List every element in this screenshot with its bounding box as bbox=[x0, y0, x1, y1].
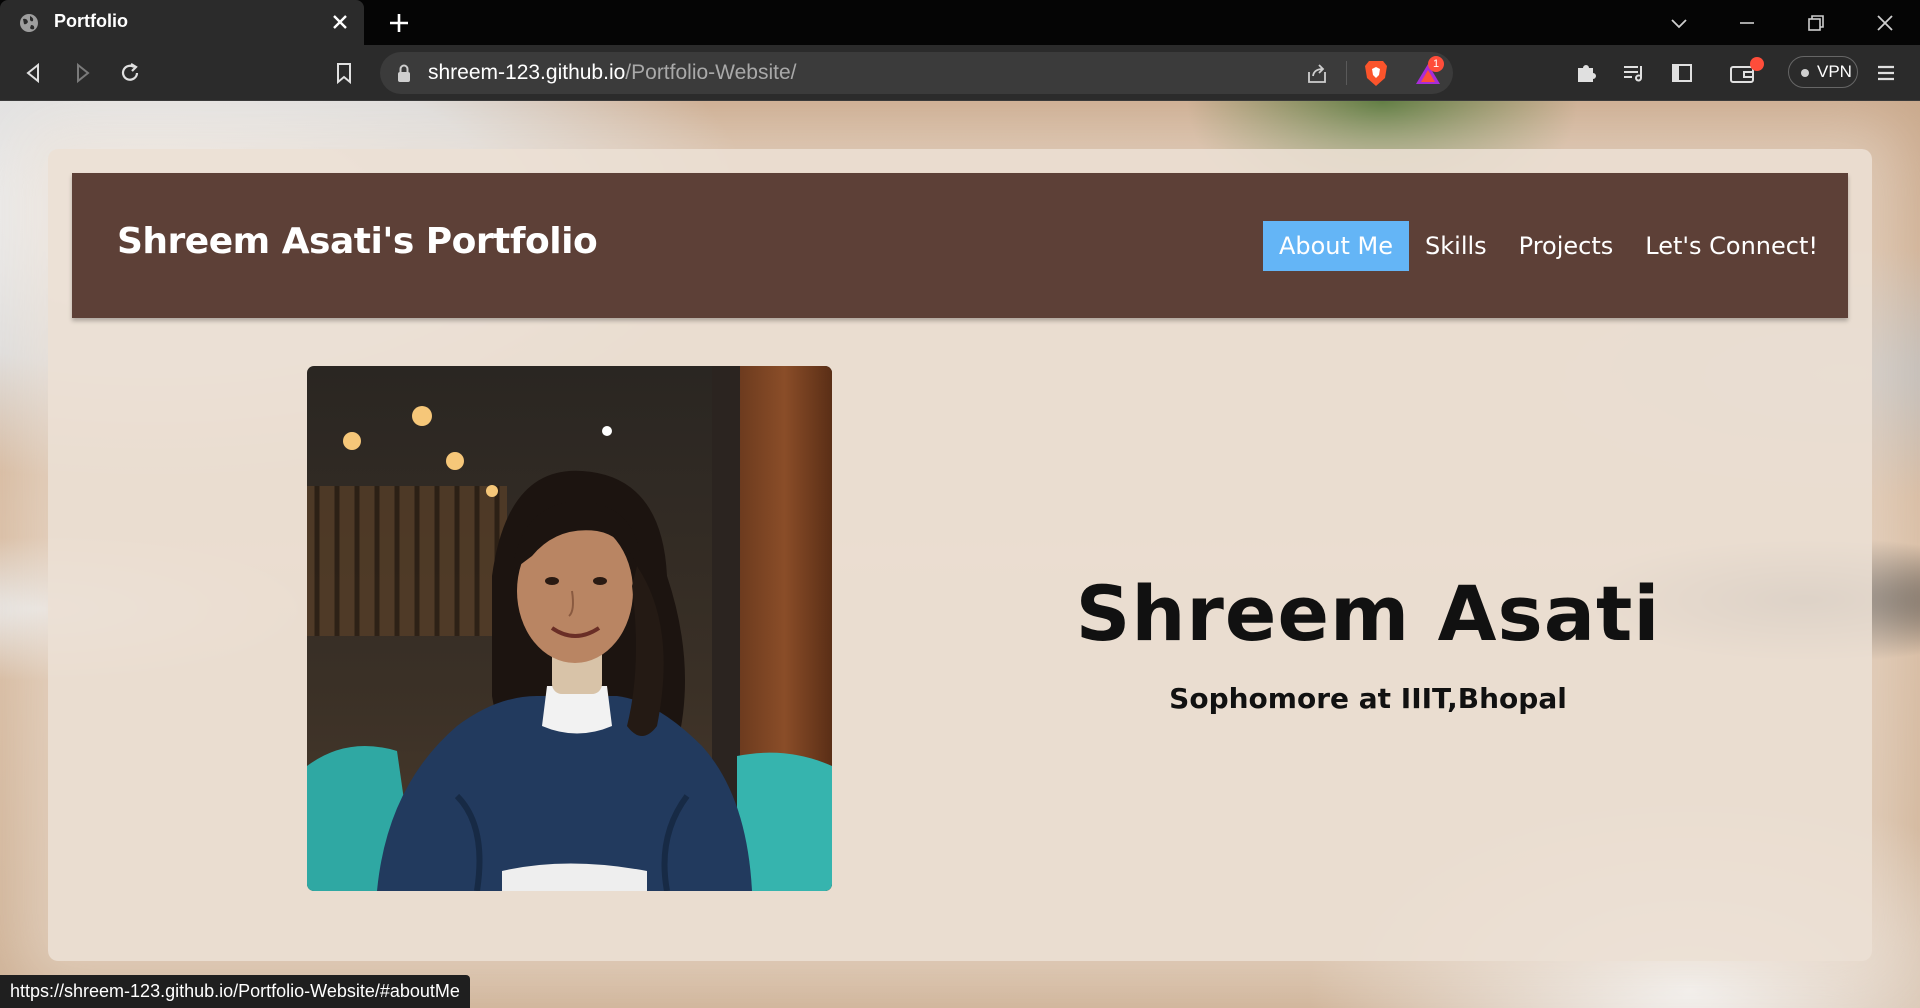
globe-icon bbox=[20, 14, 38, 32]
nav-lets-connect[interactable]: Let's Connect! bbox=[1629, 221, 1834, 271]
rewards-badge: 1 bbox=[1428, 56, 1444, 72]
site-brand[interactable]: Shreem Asati's Portfolio bbox=[117, 221, 598, 262]
hero-name: Shreem Asati bbox=[1075, 569, 1661, 658]
profile-photo bbox=[307, 366, 832, 891]
vpn-button[interactable]: VPN bbox=[1788, 56, 1858, 88]
tab-title: Portfolio bbox=[54, 11, 128, 31]
tab-strip: Portfolio bbox=[0, 0, 1920, 45]
close-window-icon[interactable] bbox=[1872, 10, 1898, 36]
tab-search-chevron-icon[interactable] bbox=[1666, 10, 1692, 36]
share-icon[interactable] bbox=[1304, 61, 1330, 87]
portfolio-card: Shreem Asati's Portfolio About Me Skills… bbox=[48, 149, 1872, 961]
reading-list-icon[interactable] bbox=[1620, 59, 1648, 87]
lock-icon[interactable] bbox=[394, 62, 414, 84]
new-tab-icon[interactable] bbox=[386, 10, 412, 36]
nav-about-me[interactable]: About Me bbox=[1262, 221, 1410, 271]
address-url[interactable]: shreem-123.github.io/Portfolio-Website/ bbox=[428, 61, 796, 85]
close-tab-icon[interactable] bbox=[328, 10, 352, 34]
sidebar-toggle-icon[interactable] bbox=[1668, 59, 1696, 87]
address-bar[interactable]: shreem-123.github.io/Portfolio-Website/ … bbox=[380, 52, 1453, 94]
nav-projects[interactable]: Projects bbox=[1503, 221, 1630, 271]
url-host: shreem-123.github.io bbox=[428, 61, 626, 84]
forward-icon[interactable] bbox=[68, 59, 96, 87]
browser-toolbar: shreem-123.github.io/Portfolio-Website/ … bbox=[0, 45, 1920, 101]
status-bar-url: https://shreem-123.github.io/Portfolio-W… bbox=[0, 975, 470, 1008]
site-nav: About Me Skills Projects Let's Connect! bbox=[1262, 221, 1834, 271]
page-viewport: Shreem Asati's Portfolio About Me Skills… bbox=[0, 101, 1920, 1008]
nav-skills[interactable]: Skills bbox=[1409, 221, 1503, 271]
vpn-label: VPN bbox=[1817, 62, 1852, 81]
site-navbar: Shreem Asati's Portfolio About Me Skills… bbox=[72, 173, 1848, 318]
minimize-icon[interactable] bbox=[1734, 10, 1760, 36]
vpn-status-dot bbox=[1801, 69, 1809, 77]
url-path: /Portfolio-Website/ bbox=[625, 61, 797, 84]
menu-icon[interactable] bbox=[1872, 59, 1900, 87]
wallet-notification-dot bbox=[1750, 57, 1764, 71]
back-icon[interactable] bbox=[20, 59, 48, 87]
restore-icon[interactable] bbox=[1803, 10, 1829, 36]
omnibox-divider bbox=[1346, 61, 1347, 85]
browser-tab-portfolio[interactable]: Portfolio bbox=[0, 0, 364, 45]
brave-shields-icon[interactable] bbox=[1362, 58, 1390, 88]
bookmark-icon[interactable] bbox=[330, 59, 358, 87]
reload-icon[interactable] bbox=[116, 59, 144, 87]
hero-subtitle: Sophomore at IIIT,Bhopal bbox=[1169, 682, 1567, 715]
extensions-puzzle-icon[interactable] bbox=[1572, 59, 1600, 87]
